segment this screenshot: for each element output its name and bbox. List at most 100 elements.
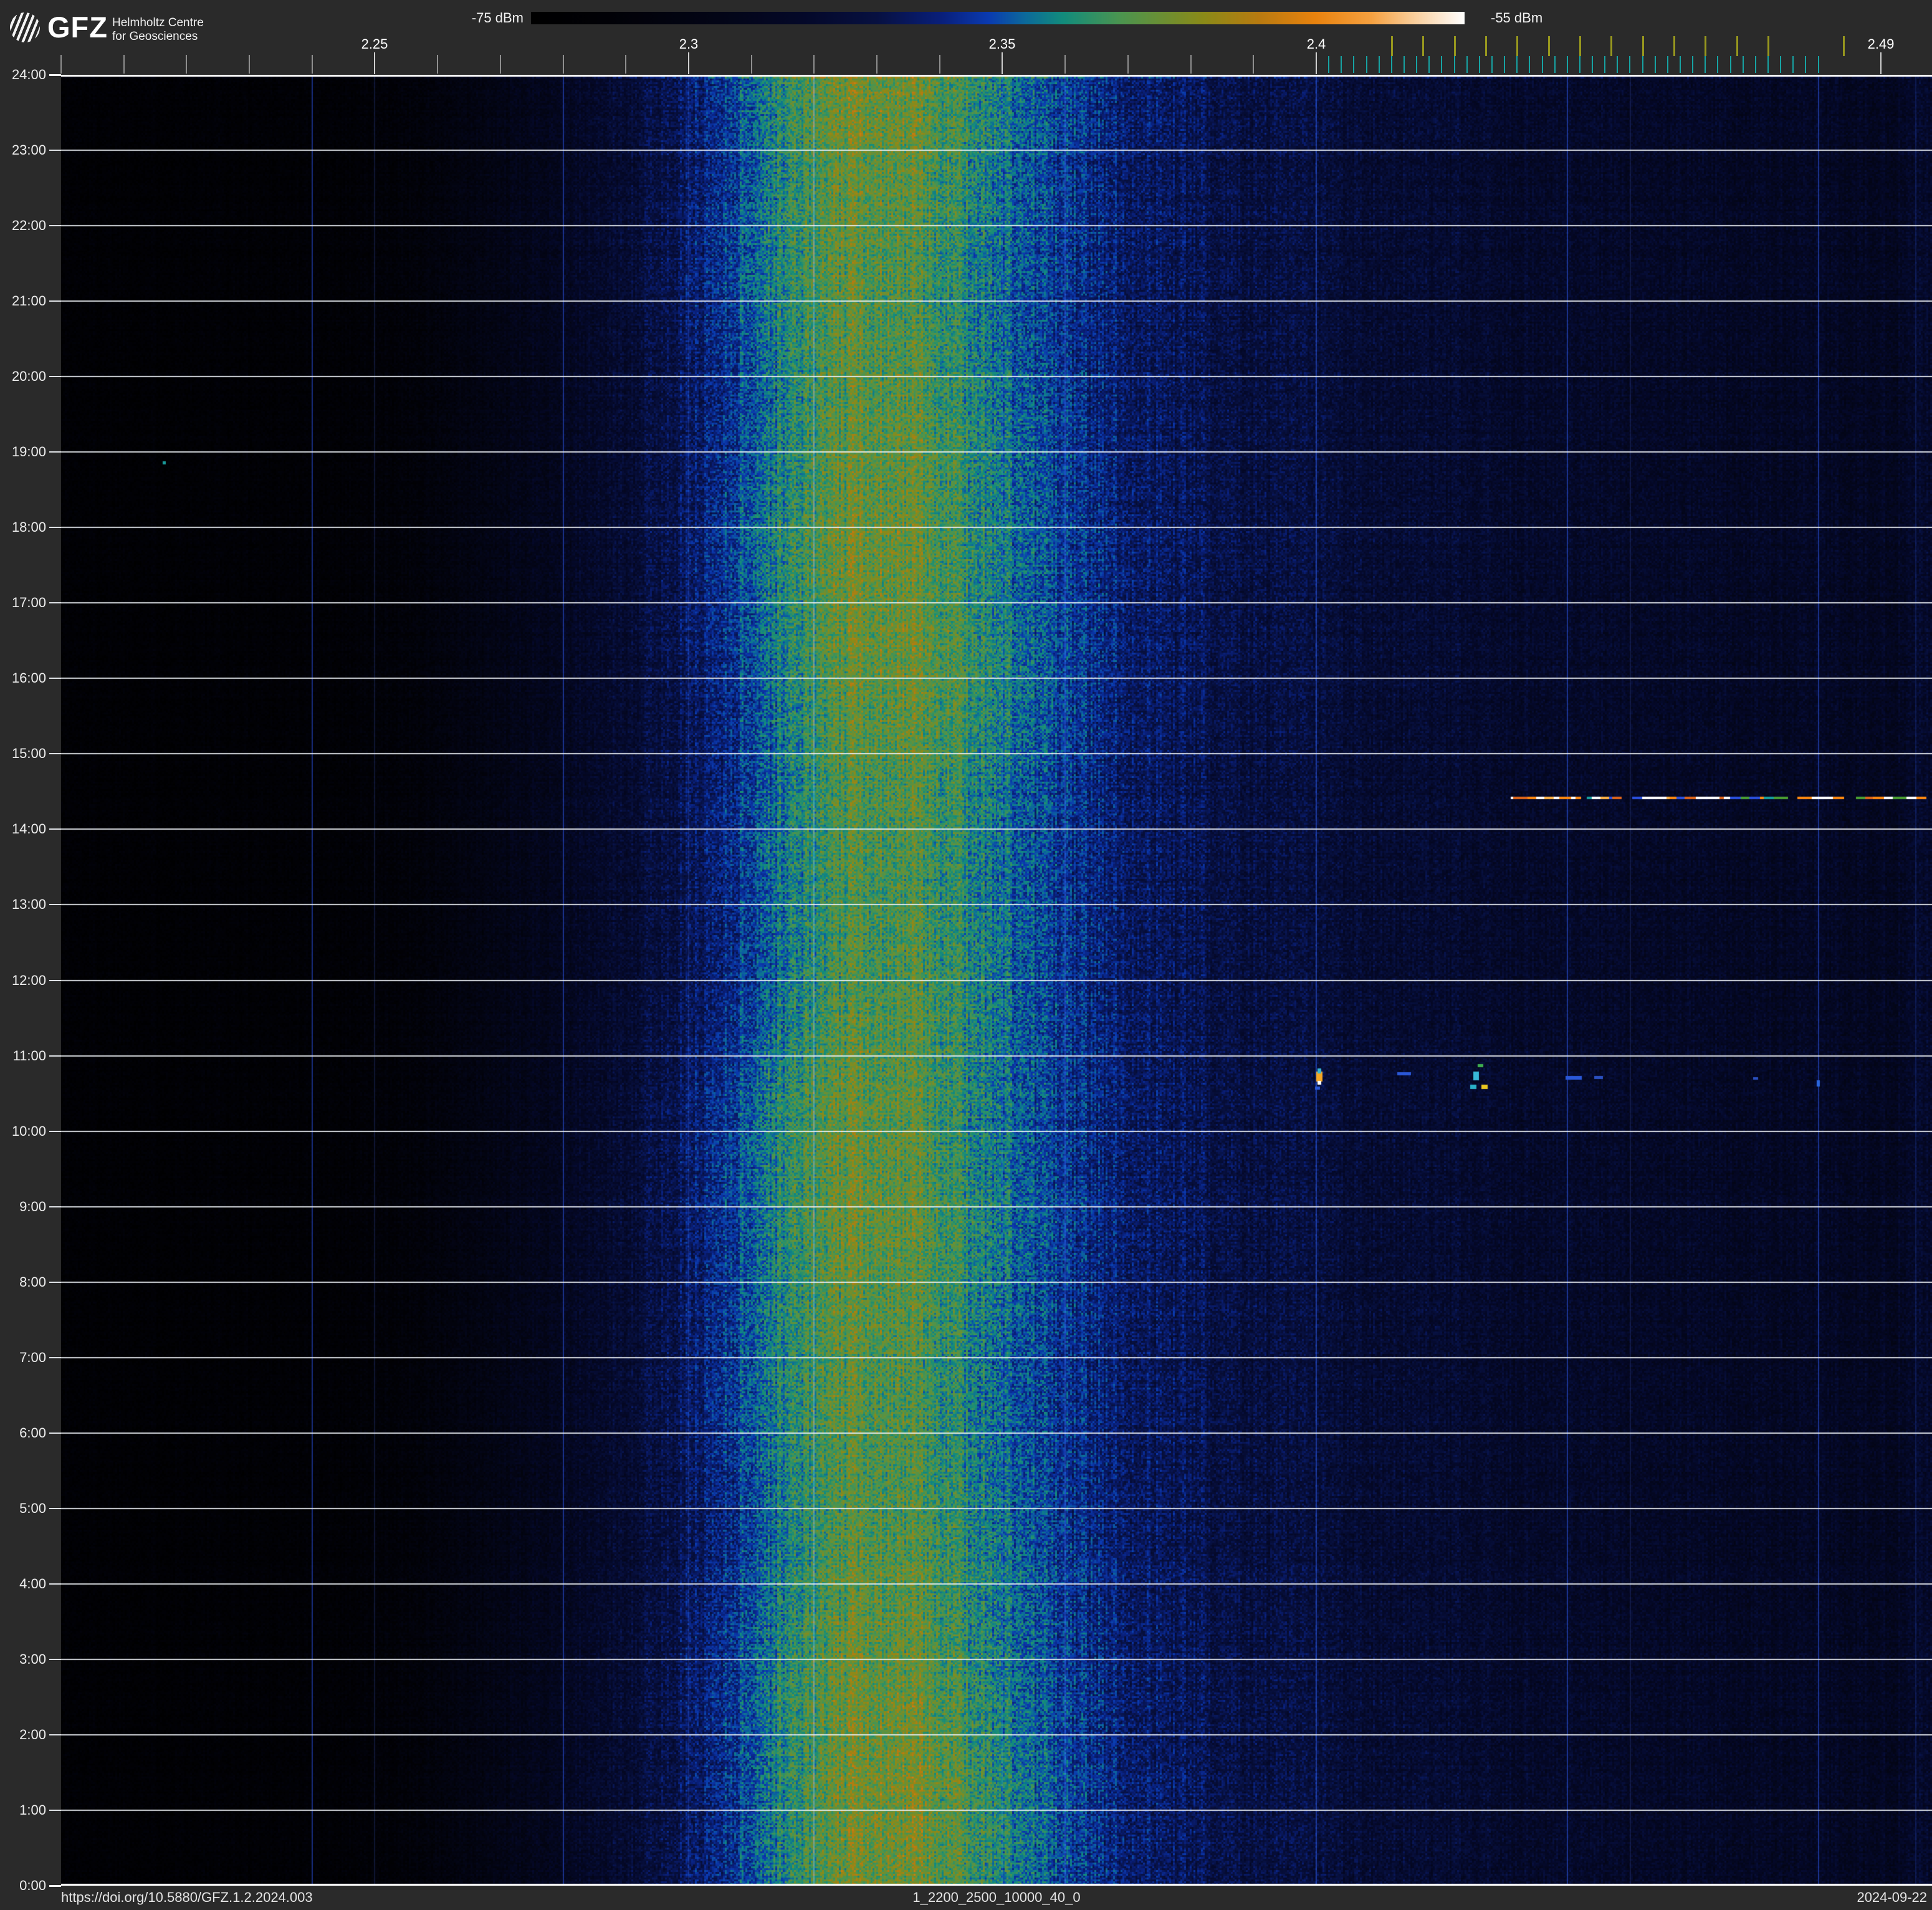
ble-channel-tick [1629,56,1630,73]
wifi-channel-tick [1485,36,1487,56]
ble-channel-tick [1391,56,1392,73]
hour-grid-stub [49,74,61,76]
freq-minor-tick [876,55,878,74]
ble-channel-tick [1730,56,1731,73]
freq-minor-tick [312,55,313,74]
hour-grid-stub [49,828,61,830]
wifi-channel-tick [1422,36,1424,56]
hour-grid-stub [49,451,61,453]
freq-major-tick [1880,52,1882,74]
ble-channel-tick [1792,56,1794,73]
doi-link[interactable]: https://doi.org/10.5880/GFZ.1.2.2024.003 [61,1890,313,1905]
ble-channel-tick [1379,56,1380,73]
hour-grid-stub [49,1508,61,1509]
wifi-channel-tick [1767,36,1769,56]
hour-grid-stub [49,1659,61,1660]
freq-major-tick [688,52,689,74]
time-tick-label: 6:00 [19,1425,46,1441]
time-tick-label: 0:00 [19,1878,46,1893]
hour-grid-stub [49,1432,61,1434]
freq-minor-tick [939,55,940,74]
ble-channel-tick [1767,56,1769,73]
wifi-channel-tick [1579,36,1581,56]
wifi-channel-tick [1454,36,1456,56]
freq-minor-tick [437,55,438,74]
ble-channel-tick [1554,56,1556,73]
time-tick-label: 9:00 [19,1199,46,1214]
time-tick-label: 17:00 [11,595,46,610]
time-tick-label: 16:00 [11,670,46,686]
freq-major-tick [1002,52,1003,74]
wifi-channel-tick [1736,36,1738,56]
ble-channel-tick [1416,56,1417,73]
hour-grid-stub [49,300,61,302]
hour-grid-stub [49,527,61,528]
hour-grid-stub [49,225,61,226]
freq-minor-tick [813,55,815,74]
ble-channel-tick [1428,56,1430,73]
freq-tick-label: 2.4 [1306,36,1326,52]
ble-channel-tick [1328,56,1329,73]
wifi-channel-tick [1843,36,1845,56]
time-tick-label: 21:00 [11,293,46,309]
ble-channel-tick [1579,56,1581,73]
hour-grid-stub [49,1131,61,1132]
hour-grid-stub [49,1885,61,1887]
time-tick-label: 5:00 [19,1500,46,1516]
time-tick-label: 24:00 [11,67,46,82]
frequency-axis: 2.25 2.3 2.35 2.4 2.49 [0,0,1932,75]
time-tick-label: 10:00 [11,1123,46,1139]
freq-tick-label: 2.25 [361,36,388,52]
freq-minor-tick [249,55,250,74]
ble-channel-tick [1717,56,1718,73]
wifi-channel-tick [1705,36,1706,56]
hour-grid-stub [49,678,61,679]
freq-minor-tick [1190,55,1192,74]
hour-grid-stub [49,904,61,905]
time-tick-label: 1:00 [19,1802,46,1818]
hour-grid-stub [49,1055,61,1057]
ble-channel-tick [1454,56,1455,73]
ble-channel-tick [1441,56,1442,73]
ble-channel-tick [1604,56,1605,73]
freq-minor-tick [1064,55,1066,74]
ble-channel-tick [1592,56,1593,73]
ble-channel-tick [1542,56,1543,73]
wifi-channel-tick [1516,36,1518,56]
hour-grid-stub [49,980,61,981]
wifi-channel-tick [1548,36,1550,56]
ble-channel-tick [1692,56,1693,73]
ble-channel-tick [1366,56,1367,73]
ble-channel-tick [1479,56,1480,73]
ble-channel-tick [1667,56,1668,73]
ble-channel-tick [1705,56,1706,73]
time-tick-label: 4:00 [19,1576,46,1591]
time-tick-label: 15:00 [11,746,46,761]
ble-channel-tick [1567,56,1568,73]
freq-minor-tick [625,55,626,74]
spectrogram-page: GFZ Helmholtz Centre for Geosciences -75… [0,0,1932,1910]
freq-minor-tick [186,55,187,74]
ble-channel-tick [1341,56,1342,73]
ble-channel-tick [1755,56,1756,73]
freq-minor-tick [1127,55,1129,74]
freq-major-tick [1316,52,1317,74]
hour-grid-stub [49,1583,61,1585]
freq-tick-label: 2.35 [988,36,1016,52]
freq-minor-tick [563,55,564,74]
spectrogram-heatmap [61,75,1932,1886]
time-tick-label: 12:00 [11,972,46,988]
hour-grid-stub [49,602,61,603]
time-tick-label: 14:00 [11,821,46,837]
time-tick-label: 2:00 [19,1727,46,1742]
hour-grid-stub [49,1734,61,1735]
ble-channel-tick [1680,56,1681,73]
dataset-filename: 1_2200_2500_10000_40_0 [912,1889,1081,1905]
hour-grid-stub [49,1206,61,1207]
hour-grid-stub [49,1810,61,1811]
ble-channel-tick [1655,56,1656,73]
ble-channel-tick [1491,56,1493,73]
ble-channel-tick [1805,56,1806,73]
time-tick-label: 19:00 [11,444,46,459]
ble-channel-tick [1780,56,1781,73]
